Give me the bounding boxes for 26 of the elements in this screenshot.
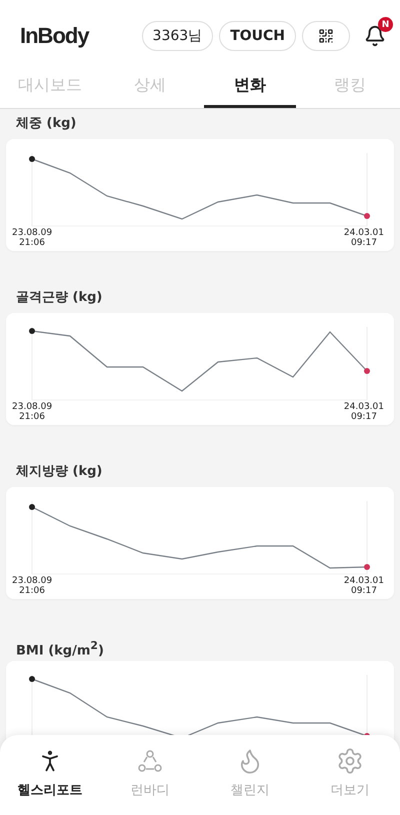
app-logo: InBody <box>20 23 89 49</box>
tab[interactable]: 대시보드 <box>4 72 96 108</box>
start-date-label: 23.08.09 21:06 <box>12 576 52 596</box>
end-date-label: 24.03.01 09:17 <box>344 228 384 248</box>
settings-icon <box>336 747 364 775</box>
end-date-label: 24.03.01 09:17 <box>344 402 384 422</box>
touch-button[interactable]: TOUCH <box>219 21 296 51</box>
chart-title: 체중 (kg) <box>15 115 78 133</box>
start-date-label: 23.08.09 21:06 <box>12 228 52 248</box>
user-chip[interactable]: 3363님 <box>142 21 214 51</box>
qr-code-icon <box>318 28 334 44</box>
nav-item[interactable]: 헬스리포트 <box>0 747 100 815</box>
nav-item[interactable]: 챌린지 <box>200 747 300 815</box>
notification-icon[interactable] <box>364 25 386 47</box>
nav-item[interactable]: 더보기 <box>300 747 400 815</box>
notification-badge: N <box>378 17 393 32</box>
nav-item[interactable]: 런바디 <box>100 747 200 815</box>
tab[interactable]: 변화 <box>204 72 296 108</box>
tab[interactable]: 랭킹 <box>304 72 396 108</box>
chart-title: 골격근량 (kg) <box>15 289 104 307</box>
start-date-label: 23.08.09 21:06 <box>12 402 52 422</box>
chart-title: BMI (kg/m$^{2}$) <box>15 638 105 660</box>
qr-button[interactable] <box>302 21 350 51</box>
chart-title: 체지방량 (kg) <box>15 463 104 481</box>
end-date-label: 24.03.01 09:17 <box>344 576 384 596</box>
tab[interactable]: 상세 <box>104 72 196 108</box>
